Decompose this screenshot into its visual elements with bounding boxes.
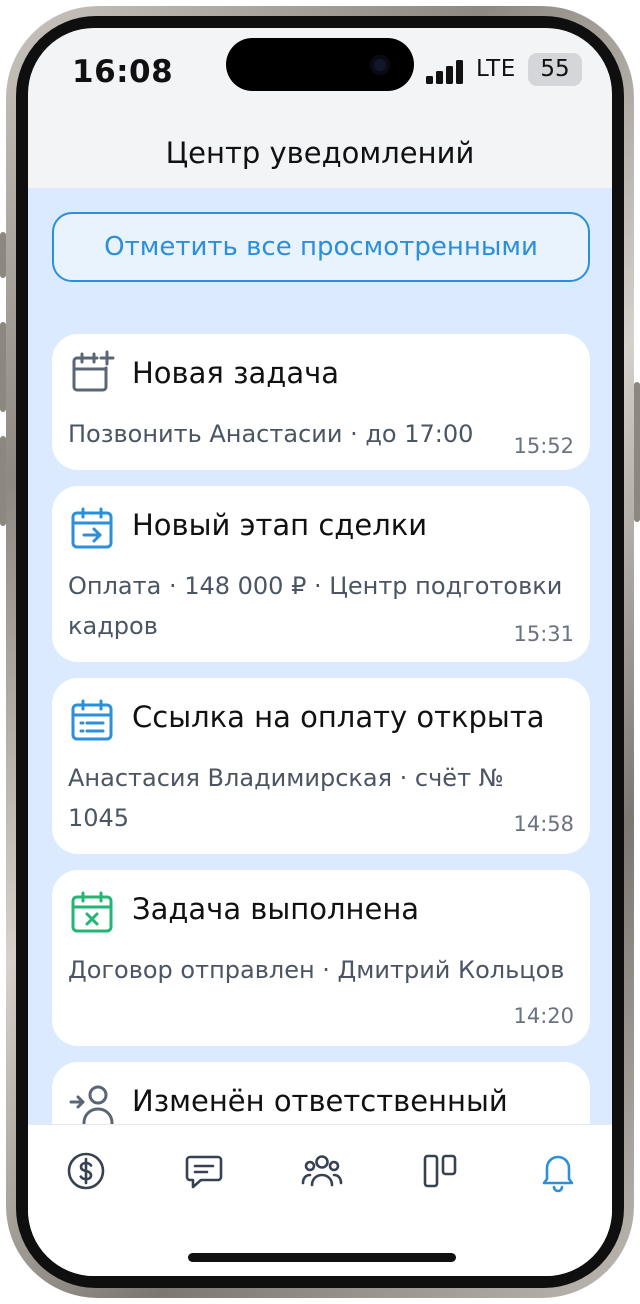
- calendar-arrow-icon: [71, 507, 113, 549]
- notification-title: Новый этап сделки: [132, 508, 428, 542]
- nav-header: Центр уведомлений: [28, 118, 612, 188]
- dynamic-island: [226, 38, 414, 91]
- battery-level: 55: [540, 56, 570, 82]
- notification-title: Изменён ответственный: [132, 1084, 508, 1118]
- battery-icon: 55: [528, 53, 582, 86]
- notification-time: 15:52: [513, 434, 574, 458]
- notification-time: 14:58: [513, 812, 574, 836]
- calendar-check-icon: [71, 891, 113, 933]
- contacts-icon[interactable]: [300, 1149, 344, 1193]
- status-time: 16:08: [72, 54, 174, 90]
- calendar-list-icon: [71, 699, 113, 741]
- page-title: Центр уведомлений: [165, 136, 475, 170]
- notifications-list[interactable]: Отметить все просмотренными Новая задача…: [28, 188, 612, 1124]
- notification-card[interactable]: Ссылка на оплату открыта Анастасия Влади…: [52, 678, 590, 854]
- user-arrow-icon: [69, 1085, 114, 1124]
- side-button: [0, 232, 6, 278]
- side-button: [0, 436, 6, 526]
- notification-time: 15:31: [513, 622, 574, 646]
- camera-icon: [370, 55, 390, 75]
- notification-description: Оплата · 148 000 ₽ · Центр подготовки ка…: [68, 572, 563, 640]
- side-button: [0, 322, 6, 412]
- network-label: LTE: [476, 56, 516, 82]
- notification-card[interactable]: Изменён ответственный: [52, 1062, 590, 1124]
- notification-description: Позвонить Анастасии · до 17:00: [68, 420, 474, 448]
- screen: 16:08 LTE 55 Центр уведомлений Отметить …: [28, 28, 612, 1276]
- notification-title: Новая задача: [132, 356, 339, 390]
- notification-card[interactable]: Задача выполнена Договор отправлен · Дми…: [52, 870, 590, 1046]
- notification-title: Ссылка на оплату открыта: [132, 700, 545, 734]
- notification-description: Договор отправлен · Дмитрий Кольцов: [68, 956, 565, 984]
- home-indicator[interactable]: [188, 1253, 456, 1262]
- side-button: [634, 382, 640, 522]
- status-bar: 16:08 LTE 55: [28, 28, 612, 118]
- signal-icon: [426, 60, 466, 84]
- notification-card[interactable]: Новая задача Позвонить Анастасии · до 17…: [52, 334, 590, 470]
- chat-icon[interactable]: [182, 1149, 226, 1193]
- mark-all-read-button[interactable]: Отметить все просмотренными: [52, 212, 590, 282]
- kanban-icon[interactable]: [418, 1149, 462, 1193]
- notification-title: Задача выполнена: [132, 892, 420, 926]
- calendar-plus-icon: [72, 350, 115, 392]
- notification-card[interactable]: Новый этап сделки Оплата · 148 000 ₽ · Ц…: [52, 486, 590, 662]
- dollar-icon[interactable]: [64, 1149, 108, 1193]
- bell-icon[interactable]: [536, 1149, 580, 1193]
- notification-time: 14:20: [513, 1004, 574, 1028]
- notification-description: Анастасия Владимирская · счёт № 1045: [68, 764, 504, 832]
- tab-bar: [28, 1124, 612, 1276]
